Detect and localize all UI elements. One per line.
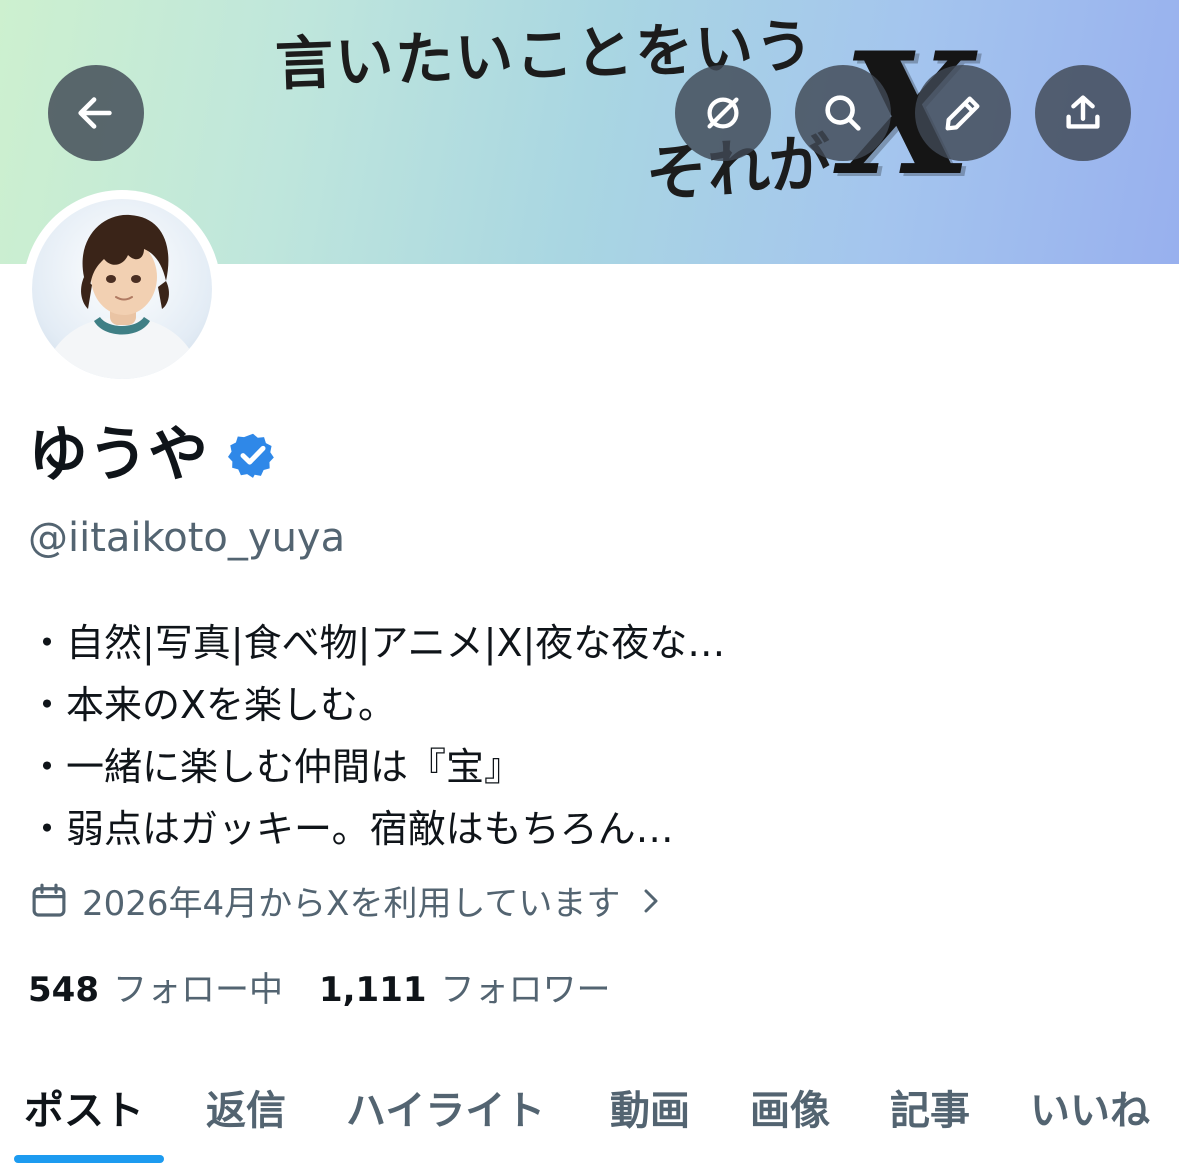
profile-name-row: ゆうや [28, 425, 278, 485]
following-label: フォロー中 [112, 970, 283, 1010]
tab-highlights[interactable]: ハイライト [346, 1078, 545, 1136]
joined-date-row[interactable]: 2026年4月からXを利用しています [28, 876, 666, 925]
tab-videos[interactable]: 動画 [610, 1078, 690, 1136]
tab-posts[interactable]: ポスト [24, 1078, 144, 1136]
bio-line: ・一緒に楽しむ仲間は『宝』 [28, 745, 523, 789]
display-name: ゆうや [28, 420, 208, 490]
tab-replies[interactable]: 返信 [206, 1078, 286, 1136]
grok-button[interactable] [675, 65, 771, 161]
arrow-left-icon [78, 97, 112, 129]
verified-badge-icon[interactable] [228, 430, 278, 480]
bio-line: ・自然|写真|食べ物|アニメ|X|夜な夜な… [28, 621, 726, 665]
followers-count: 1,111 [318, 970, 427, 1010]
tab-articles[interactable]: 記事 [890, 1078, 970, 1136]
search-button[interactable] [795, 65, 891, 161]
share-icon [1066, 95, 1100, 129]
profile-handle: @iitaikoto_yuya [28, 515, 346, 561]
following-count: 548 [28, 970, 99, 1010]
pencil-icon [945, 96, 980, 131]
tab-images[interactable]: 画像 [750, 1078, 830, 1136]
edit-button[interactable] [915, 65, 1011, 161]
following-link[interactable]: 548 フォロー中 [28, 962, 283, 1011]
bio-line: ・本来のXを楽しむ。 [28, 683, 397, 727]
avatar-image [32, 199, 212, 379]
calendar-icon [32, 883, 66, 917]
back-button[interactable] [48, 65, 144, 161]
followers-label: フォロワー [440, 970, 611, 1010]
joined-text: 2026年4月からXを利用しています [82, 884, 621, 924]
bio-line: ・弱点はガッキー。宿敵はもちろん… [28, 807, 674, 851]
chevron-right-icon [644, 889, 658, 912]
share-button[interactable] [1035, 65, 1131, 161]
tab-likes[interactable]: いいね [1030, 1078, 1150, 1136]
profile-bio: ・自然|写真|食べ物|アニメ|X|夜な夜な… ・本来のXを楽しむ。 ・一緒に楽し… [28, 612, 725, 860]
avatar[interactable] [23, 190, 221, 388]
active-tab-indicator [14, 1155, 164, 1163]
grok-icon [707, 97, 739, 129]
followers-link[interactable]: 1,111 フォロワー [319, 962, 611, 1011]
search-icon [825, 95, 861, 131]
profile-tabs: ポスト 返信 ハイライト 動画 画像 記事 いいね [0, 1060, 1179, 1164]
follow-stats: 548 フォロー中 1,111 フォロワー [28, 962, 647, 1011]
